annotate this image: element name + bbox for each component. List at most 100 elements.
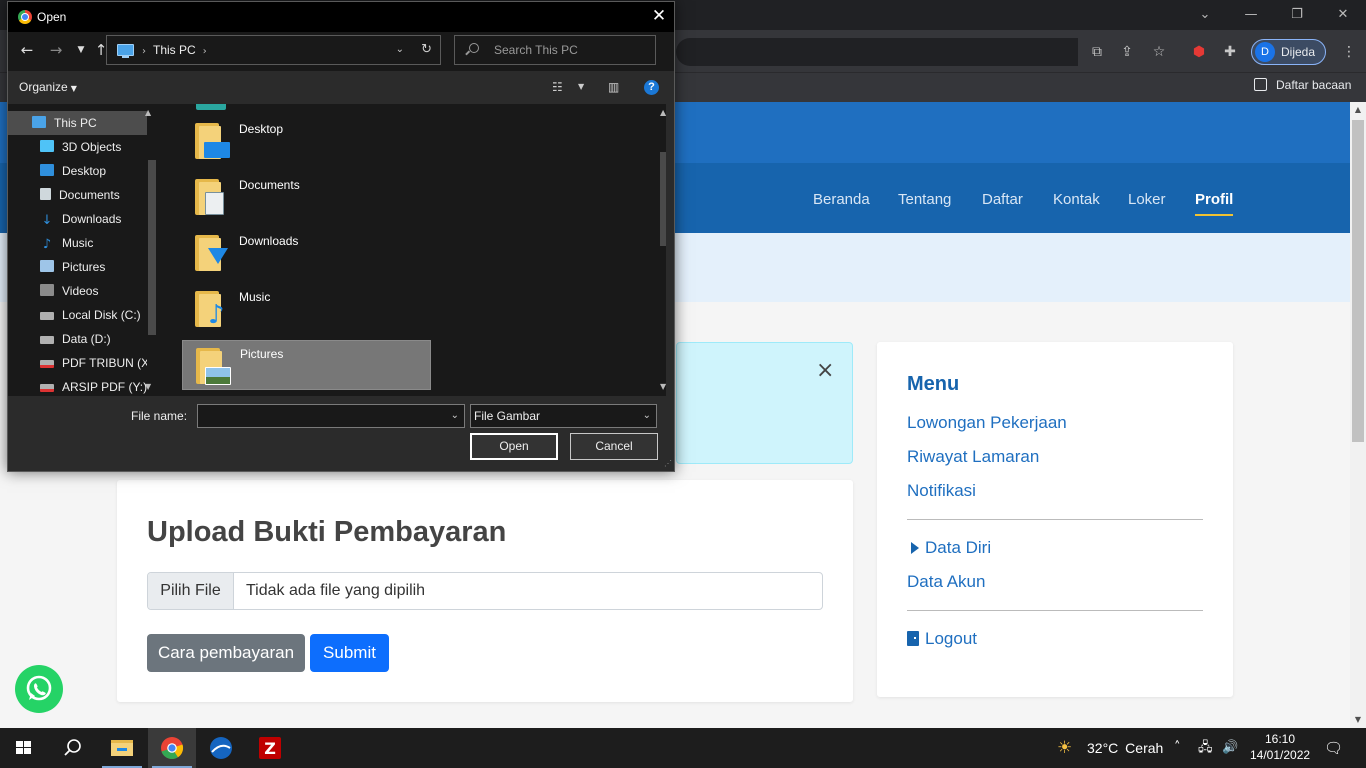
chevron-down-icon: ▼ xyxy=(70,84,77,93)
file-item-pictures[interactable]: Pictures xyxy=(182,340,431,390)
tree-item-label: This PC xyxy=(54,116,97,130)
resize-grip-icon[interactable]: ⋰ xyxy=(664,460,672,468)
reading-list-button[interactable]: Daftar bacaan xyxy=(1254,76,1351,94)
nav-tentang[interactable]: Tentang xyxy=(898,190,951,210)
taskbar-chrome[interactable] xyxy=(148,728,196,768)
tree-item-data-d[interactable]: Data (D:) xyxy=(40,327,111,351)
tree-item-desktop[interactable]: Desktop xyxy=(40,159,106,183)
scroll-up-arrow-icon[interactable]: ▲ xyxy=(1350,102,1366,118)
nav-beranda[interactable]: Beranda xyxy=(813,190,870,210)
translate-icon[interactable]: ⧉ xyxy=(1085,40,1109,64)
cancel-button[interactable]: Cancel xyxy=(570,433,658,460)
menu-link-data-akun[interactable]: Data Akun xyxy=(907,571,985,593)
restore-window-button[interactable]: ❐ xyxy=(1274,4,1320,26)
tree-scroll-down-icon[interactable]: ▼ xyxy=(145,382,151,391)
tree-item-downloads[interactable]: ↓ Downloads xyxy=(40,207,122,231)
tree-item-this-pc[interactable]: This PC xyxy=(8,111,147,135)
tree-item-arsip-pdf-y[interactable]: ARSIP PDF (Y:) xyxy=(40,375,147,396)
start-button[interactable] xyxy=(0,728,48,768)
minimize-window-button[interactable]: ⌄ xyxy=(1182,4,1228,26)
clock[interactable]: 16:10 14/01/2022 xyxy=(1250,731,1310,763)
page-scroll-thumb[interactable] xyxy=(1352,120,1364,442)
nav-profil[interactable]: Profil xyxy=(1195,190,1234,216)
file-upload-input[interactable]: Pilih File Tidak ada file yang dipilih xyxy=(147,572,823,610)
file-list-scrollbar[interactable] xyxy=(658,104,666,396)
open-button[interactable]: Open xyxy=(470,433,558,460)
submit-button[interactable]: Submit xyxy=(310,634,389,672)
files-scroll-up-icon[interactable]: ▲ xyxy=(660,108,666,117)
payment-guide-button[interactable]: Cara pembayaran xyxy=(147,634,305,672)
tree-item-3d-objects[interactable]: 3D Objects xyxy=(40,135,121,159)
bookmark-star-icon[interactable]: ☆ xyxy=(1147,40,1171,64)
chevron-down-icon: ⌄ xyxy=(642,410,651,421)
dialog-address-bar[interactable]: › This PC › ⌄ ↻ xyxy=(106,35,441,65)
help-icon[interactable]: ? xyxy=(644,80,659,95)
weather-icon[interactable]: ☀ xyxy=(1057,738,1072,758)
nav-loker[interactable]: Loker xyxy=(1128,190,1166,210)
tree-item-documents[interactable]: Documents xyxy=(40,183,120,207)
forward-arrow-icon[interactable]: → xyxy=(46,38,66,62)
nav-daftar[interactable]: Daftar xyxy=(982,190,1023,210)
recent-locations-icon[interactable]: ▼ xyxy=(71,38,91,62)
chevron-up-icon[interactable]: ˄ xyxy=(1174,738,1181,758)
volume-icon[interactable]: 🔊 xyxy=(1222,738,1238,758)
tree-item-pictures[interactable]: Pictures xyxy=(40,255,105,279)
address-bar[interactable] xyxy=(676,38,1078,66)
tree-scroll-up-icon[interactable]: ▲ xyxy=(145,108,151,117)
file-name-label: File name: xyxy=(131,409,188,423)
menu-link-notifikasi[interactable]: Notifikasi xyxy=(907,480,976,502)
menu-link-riwayat[interactable]: Riwayat Lamaran xyxy=(907,446,1039,468)
taskbar-file-explorer[interactable] xyxy=(98,728,146,768)
navigation-pane-scroll-thumb[interactable] xyxy=(148,160,156,335)
profile-name: Dijeda xyxy=(1281,45,1316,59)
dialog-close-button[interactable]: ✕ xyxy=(645,2,673,32)
scroll-down-arrow-icon[interactable]: ▼ xyxy=(1350,712,1366,728)
organize-menu[interactable]: Organize ▼ xyxy=(19,79,77,97)
breadcrumb-this-pc[interactable]: This PC xyxy=(153,43,196,57)
dialog-search-box[interactable]: Search This PC xyxy=(454,35,656,65)
tree-item-label: Pictures xyxy=(62,260,106,274)
menu-link-data-diri[interactable]: Data Diri xyxy=(907,537,991,559)
chevron-down-icon[interactable]: ⌄ xyxy=(451,405,459,427)
network-icon[interactable]: 🖧 xyxy=(1198,738,1213,758)
3d-objects-folder-icon xyxy=(196,104,226,110)
extensions-puzzle-icon[interactable]: ✚ xyxy=(1218,40,1242,64)
extension-stop-icon[interactable]: ⬢ xyxy=(1187,40,1211,64)
notifications-icon[interactable]: 🗨 xyxy=(1324,738,1343,758)
choose-file-button[interactable]: Pilih File xyxy=(148,573,234,609)
tree-item-videos[interactable]: Videos xyxy=(40,279,98,303)
tree-item-music[interactable]: ♪ Music xyxy=(40,231,94,255)
view-options-icon[interactable]: ☷ xyxy=(552,80,563,94)
address-dropdown-icon[interactable]: ⌄ xyxy=(396,36,404,64)
tree-item-label: Documents xyxy=(59,188,120,202)
weather-widget[interactable]: 32°C Cerah xyxy=(1087,740,1163,756)
taskbar-search-button[interactable] xyxy=(48,728,96,768)
menu-link-lowongan[interactable]: Lowongan Pekerjaan xyxy=(907,412,1067,434)
whatsapp-button[interactable] xyxy=(15,665,63,713)
refresh-icon[interactable]: ↻ xyxy=(421,36,432,64)
minimize-icon[interactable]: — xyxy=(1228,4,1274,26)
taskbar-filezilla[interactable]: Z xyxy=(246,728,294,768)
tree-item-local-disk-c[interactable]: Local Disk (C:) xyxy=(40,303,141,327)
file-item-downloads[interactable]: Downloads xyxy=(182,228,431,278)
file-name-input[interactable]: ⌄ xyxy=(197,404,465,428)
close-window-button[interactable]: ✕ xyxy=(1320,4,1366,26)
file-item-documents[interactable]: Documents xyxy=(182,172,431,222)
file-list-scroll-thumb[interactable] xyxy=(660,152,666,246)
file-item-music[interactable]: ♪ Music xyxy=(182,284,431,334)
taskbar-app-blue[interactable] xyxy=(197,728,245,768)
view-dropdown-icon[interactable]: ▼ xyxy=(578,80,584,94)
file-item-desktop[interactable]: Desktop xyxy=(182,116,431,166)
share-icon[interactable]: ⇪ xyxy=(1115,40,1139,64)
profile-button[interactable]: D Dijeda xyxy=(1251,39,1326,65)
close-icon[interactable]: × xyxy=(816,358,834,384)
preview-pane-icon[interactable]: ▥ xyxy=(608,80,619,94)
file-type-select[interactable]: File Gambar ⌄ xyxy=(470,404,657,428)
caret-right-icon xyxy=(911,542,919,554)
tree-item-pdf-tribun-x[interactable]: PDF TRIBUN (X:) xyxy=(40,351,156,375)
back-arrow-icon[interactable]: ← xyxy=(17,38,37,62)
more-menu-icon[interactable]: ⋮ xyxy=(1337,40,1361,64)
logout-link[interactable]: Logout xyxy=(907,628,977,650)
files-scroll-down-icon[interactable]: ▼ xyxy=(660,382,666,391)
nav-kontak[interactable]: Kontak xyxy=(1053,190,1100,210)
